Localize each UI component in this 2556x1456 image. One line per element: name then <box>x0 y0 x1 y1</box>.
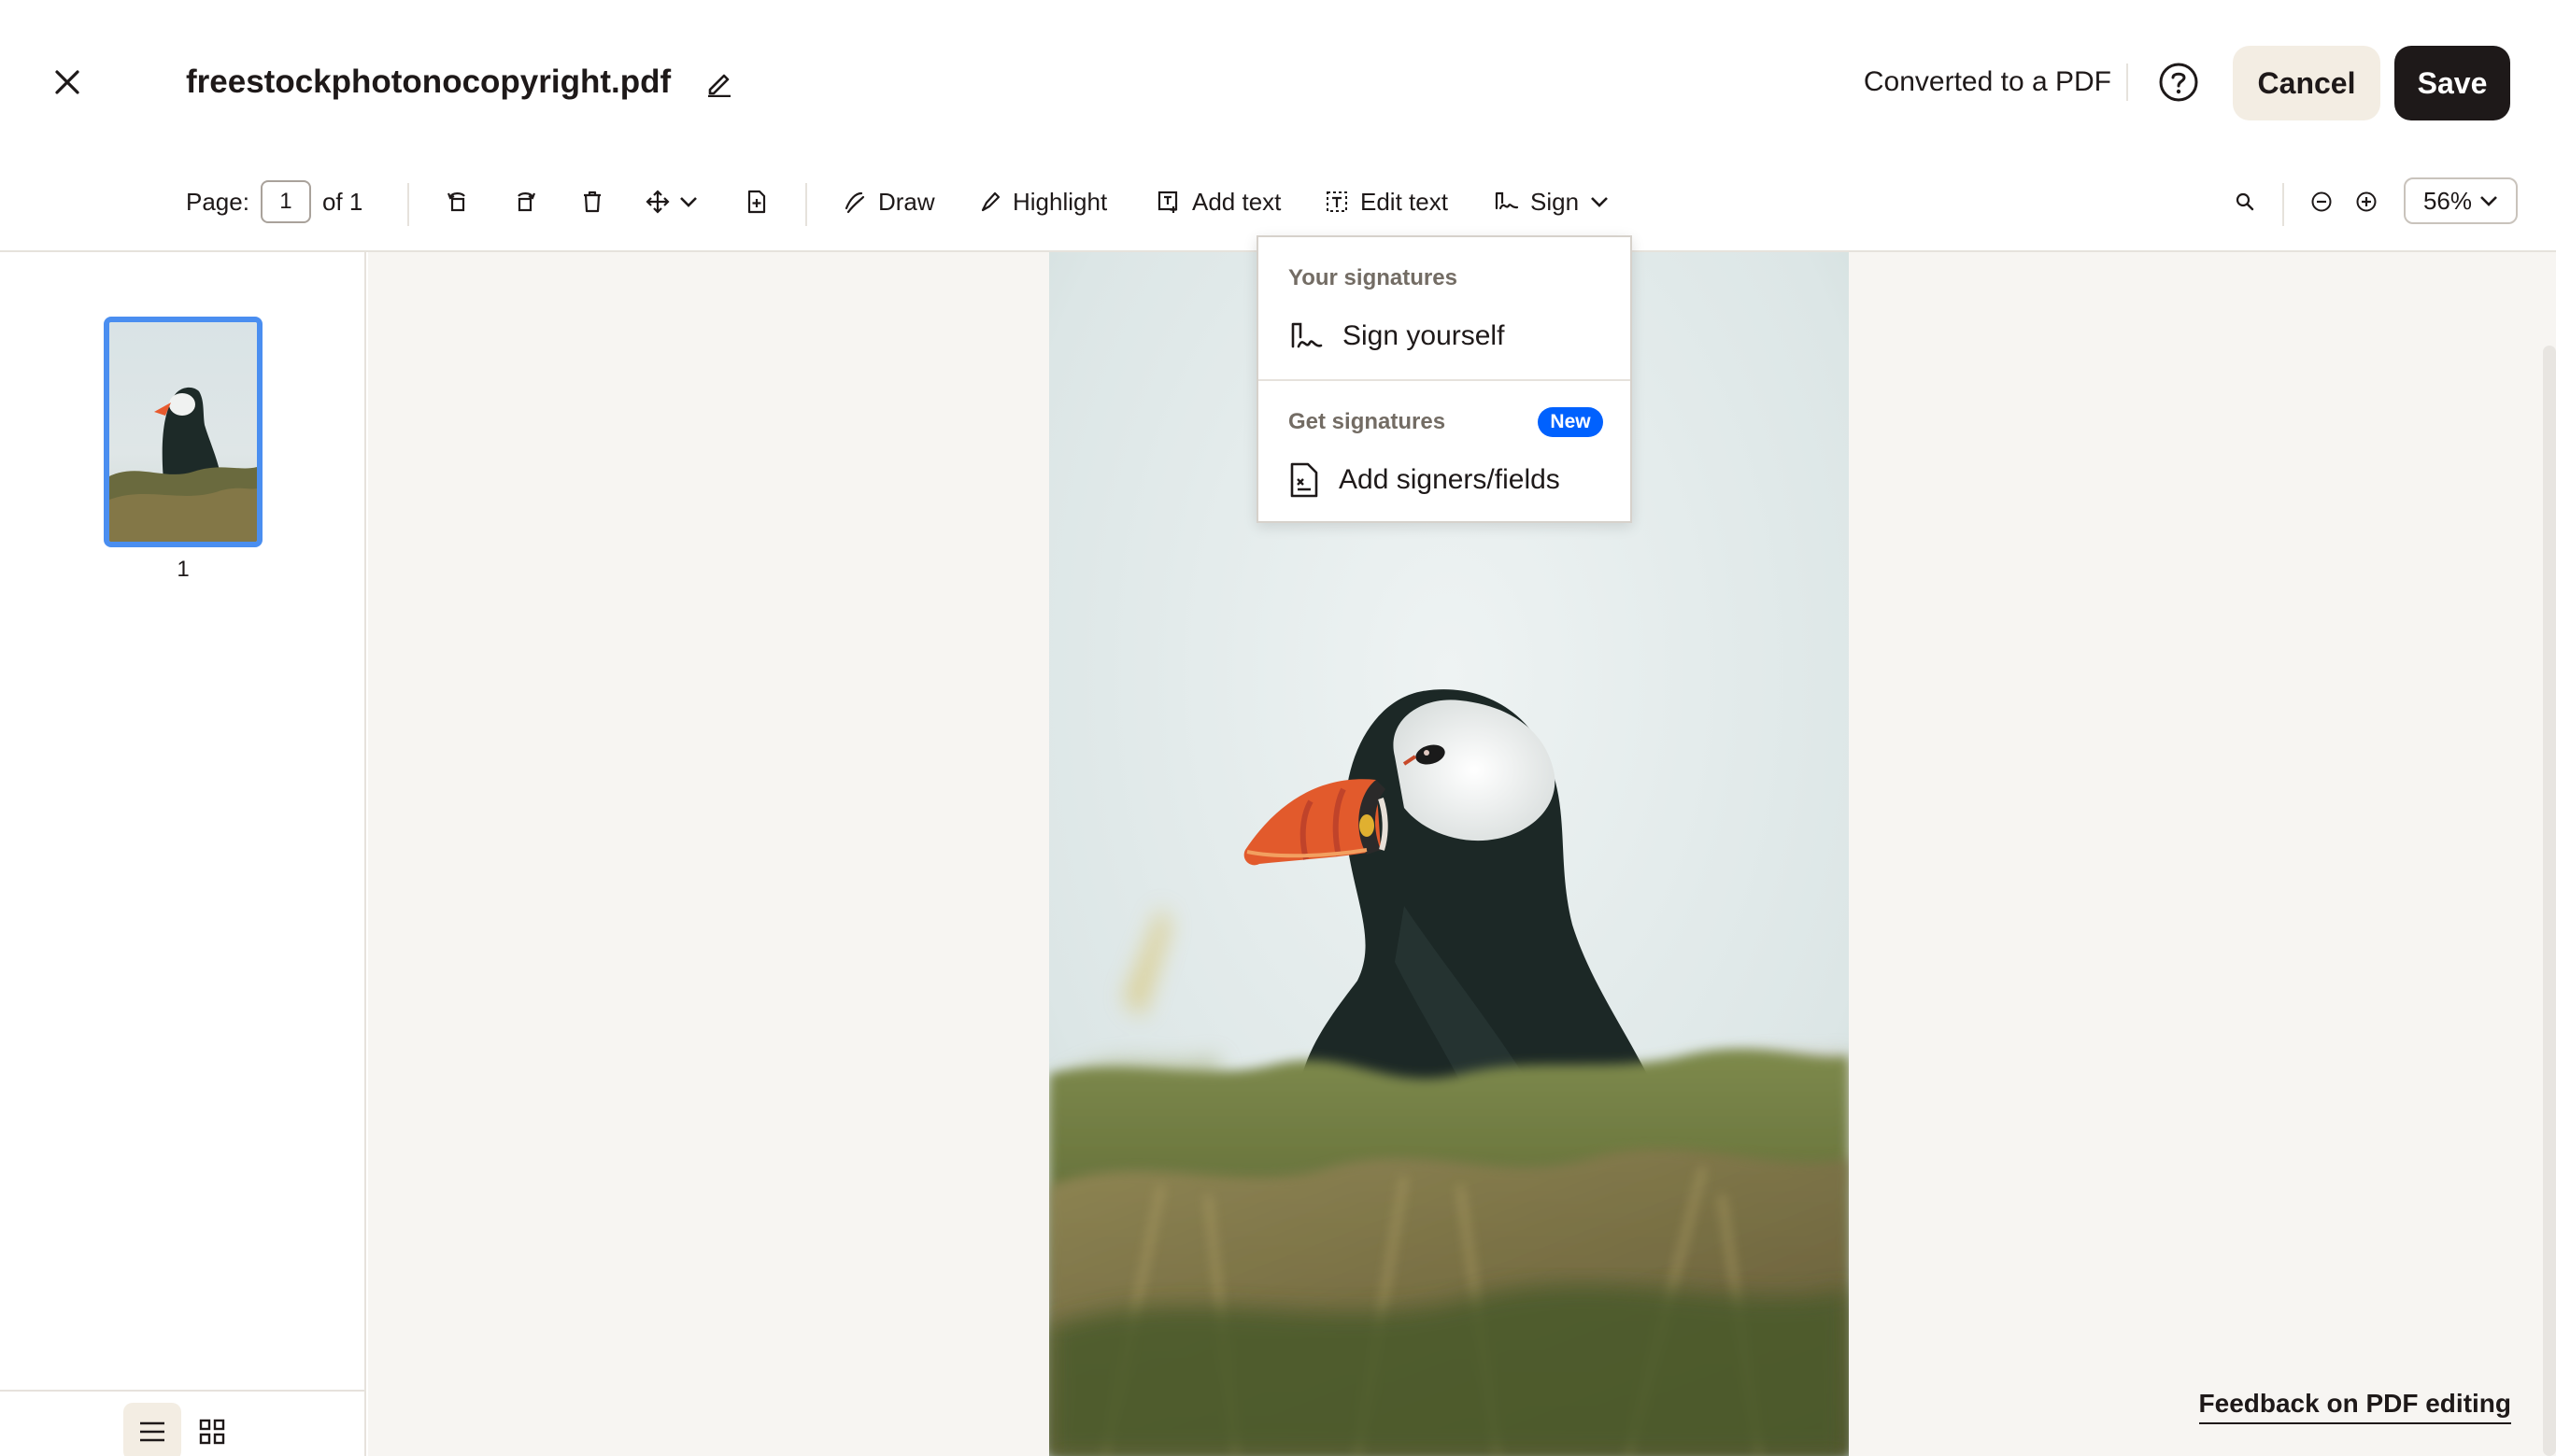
rotate-right-icon <box>518 192 536 212</box>
page-count: of 1 <box>321 187 363 216</box>
page-label: Page: <box>186 187 249 216</box>
zoom-out-button[interactable] <box>2301 181 2342 222</box>
move-page-button[interactable] <box>639 181 704 222</box>
sign-tool[interactable]: Sign <box>1493 177 1609 226</box>
help-icon <box>2159 63 2198 102</box>
add-signers-option[interactable]: Add signers/fields <box>1277 452 1613 508</box>
add-signers-label: Add signers/fields <box>1339 464 1560 495</box>
chevron-down-icon <box>1591 197 1608 207</box>
insert-page-icon <box>747 190 766 214</box>
new-badge: New <box>1538 407 1603 437</box>
zoom-in-button[interactable] <box>2346 181 2387 222</box>
draw-tool[interactable]: Draw <box>843 177 935 226</box>
chevron-down-icon <box>2480 196 2497 206</box>
highlight-tool[interactable]: Highlight <box>979 177 1107 226</box>
zoom-out-icon <box>2311 191 2332 212</box>
rename-button[interactable] <box>701 64 738 101</box>
get-signatures-heading: Get signatures <box>1288 409 1446 434</box>
cancel-button[interactable]: Cancel <box>2233 46 2380 120</box>
page-navigator: Page: of 1 <box>186 177 362 226</box>
zoom-select[interactable]: 56% <box>2404 177 2518 224</box>
sign-icon <box>1291 322 1323 348</box>
move-icon <box>646 190 670 214</box>
zoom-value: 56% <box>2422 186 2473 215</box>
close-icon <box>55 70 79 94</box>
toolbar-divider <box>2282 183 2284 226</box>
feedback-link[interactable]: Feedback on PDF editing <box>2198 1389 2511 1424</box>
add-text-tool[interactable]: Add text <box>1157 177 1281 226</box>
rotate-left-icon <box>447 192 465 212</box>
page-thumbnail-image <box>109 322 257 542</box>
page-number-input[interactable] <box>260 180 311 223</box>
thumbnail-page-number: 1 <box>177 557 190 582</box>
insert-page-button[interactable] <box>736 181 777 222</box>
header-divider <box>2126 64 2128 101</box>
edit-text-label: Edit text <box>1360 187 1448 216</box>
add-text-label: Add text <box>1192 187 1282 216</box>
close-button[interactable] <box>45 60 90 105</box>
your-signatures-heading: Your signatures <box>1288 265 1457 290</box>
search-button[interactable] <box>2224 181 2265 222</box>
list-view-icon <box>140 1421 164 1442</box>
sign-label: Sign <box>1530 187 1580 216</box>
sign-yourself-label: Sign yourself <box>1342 320 1505 351</box>
zoom-in-icon <box>2356 191 2377 212</box>
add-text-icon <box>1157 191 1178 213</box>
search-icon <box>2236 192 2254 211</box>
chevron-down-icon <box>680 197 697 207</box>
highlight-icon <box>981 191 1001 212</box>
file-name: freestockphotonocopyright.pdf <box>186 64 672 100</box>
save-button[interactable]: Save <box>2394 46 2510 120</box>
toolbar-divider <box>805 183 807 226</box>
sign-dropdown-menu: Your signatures Sign yourself Get signat… <box>1257 235 1632 523</box>
grid-view-button[interactable] <box>183 1403 241 1456</box>
rotate-right-button[interactable] <box>504 181 546 222</box>
rotate-left-button[interactable] <box>437 181 478 222</box>
top-header: freestockphotonocopyright.pdf Converted … <box>0 0 2556 164</box>
grid-view-icon <box>199 1419 225 1445</box>
page-thumbnails-sidebar: 1 <box>0 252 366 1456</box>
page-thumbnail[interactable] <box>104 317 263 547</box>
trash-icon <box>584 191 601 213</box>
help-button[interactable] <box>2157 61 2200 104</box>
delete-page-button[interactable] <box>572 181 613 222</box>
sidebar-view-toggle <box>0 1390 364 1456</box>
toolbar-divider <box>407 183 409 226</box>
document-signers-icon <box>1290 462 1318 498</box>
draw-icon <box>845 191 865 214</box>
canvas-scrollbar[interactable] <box>2543 346 2556 1456</box>
pencil-icon <box>708 74 731 97</box>
edit-text-icon <box>1327 191 1347 212</box>
highlight-label: Highlight <box>1013 187 1108 216</box>
conversion-status: Converted to a PDF <box>1863 66 2111 97</box>
menu-separator <box>1258 379 1630 381</box>
draw-label: Draw <box>878 187 935 216</box>
edit-text-tool[interactable]: Edit text <box>1325 177 1448 226</box>
sign-icon <box>1495 191 1519 210</box>
sign-yourself-option[interactable]: Sign yourself <box>1277 308 1613 364</box>
list-view-button[interactable] <box>123 1403 181 1456</box>
